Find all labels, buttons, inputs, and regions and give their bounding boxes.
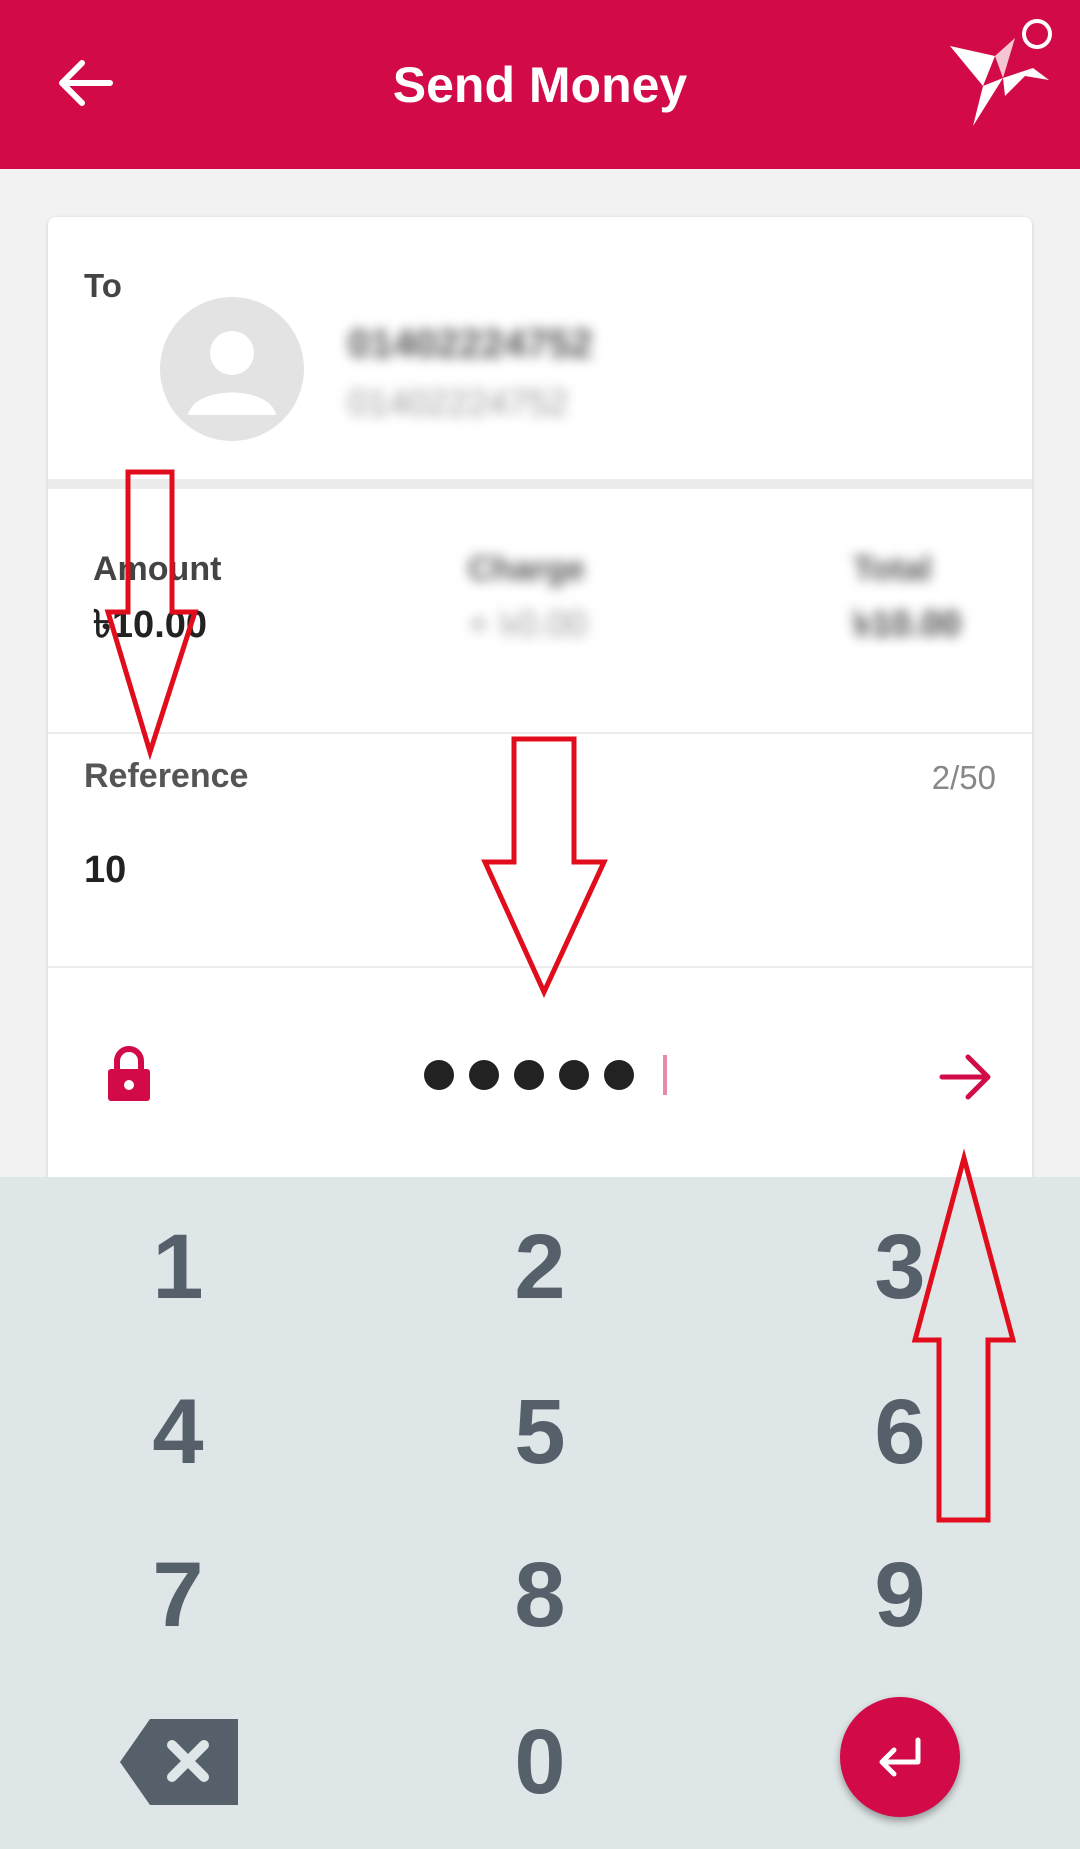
backspace-icon[interactable] bbox=[120, 1717, 240, 1807]
pin-dot bbox=[559, 1060, 589, 1090]
pin-input[interactable] bbox=[424, 1037, 667, 1113]
key-3[interactable]: 3 bbox=[800, 1207, 1000, 1327]
key-8[interactable]: 8 bbox=[440, 1535, 640, 1655]
key-0[interactable]: 0 bbox=[440, 1702, 640, 1822]
key-4[interactable]: 4 bbox=[78, 1372, 278, 1492]
total-label: Total bbox=[853, 550, 932, 588]
reference-char-counter: 2/50 bbox=[931, 759, 996, 796]
divider bbox=[48, 966, 1032, 968]
charge-label: Charge bbox=[468, 550, 586, 588]
text-cursor bbox=[663, 1055, 667, 1095]
lock-icon bbox=[108, 1046, 150, 1101]
amount-value: ৳10.00 bbox=[93, 604, 208, 646]
divider bbox=[48, 479, 1032, 489]
key-2[interactable]: 2 bbox=[440, 1207, 640, 1327]
enter-icon bbox=[879, 1737, 921, 1777]
key-1[interactable]: 1 bbox=[78, 1207, 278, 1327]
total-value: ৳10.00 bbox=[853, 603, 962, 644]
arrow-right-icon[interactable] bbox=[936, 1047, 996, 1107]
reference-label: Reference bbox=[84, 757, 249, 795]
app-header: Send Money bbox=[0, 0, 1080, 169]
avatar bbox=[160, 297, 304, 441]
back-arrow-icon[interactable] bbox=[52, 50, 118, 116]
reference-input[interactable]: 10 bbox=[84, 849, 126, 892]
key-6[interactable]: 6 bbox=[800, 1372, 1000, 1492]
recipient-name: 01402224752 bbox=[348, 322, 593, 366]
numeric-keypad: 1 2 3 4 5 6 7 8 9 0 bbox=[0, 1177, 1080, 1849]
key-9[interactable]: 9 bbox=[800, 1535, 1000, 1655]
transaction-card: To 01402224752 01402224752 Amount ৳10.00… bbox=[48, 217, 1032, 1217]
pin-dot bbox=[514, 1060, 544, 1090]
enter-button[interactable] bbox=[840, 1697, 960, 1817]
page-title: Send Money bbox=[392, 56, 688, 113]
key-5[interactable]: 5 bbox=[440, 1372, 640, 1492]
divider bbox=[48, 732, 1032, 734]
pin-dots bbox=[424, 1060, 649, 1090]
charge-value: + ৳0.00 bbox=[468, 603, 588, 644]
amount-label: Amount bbox=[93, 550, 222, 588]
paper-bird-logo-icon bbox=[950, 19, 1052, 126]
pin-dot bbox=[424, 1060, 454, 1090]
pin-dot bbox=[469, 1060, 499, 1090]
person-icon bbox=[188, 331, 276, 415]
key-7[interactable]: 7 bbox=[78, 1535, 278, 1655]
pin-dot bbox=[604, 1060, 634, 1090]
to-label: To bbox=[84, 267, 122, 304]
recipient-number: 01402224752 bbox=[348, 382, 569, 423]
